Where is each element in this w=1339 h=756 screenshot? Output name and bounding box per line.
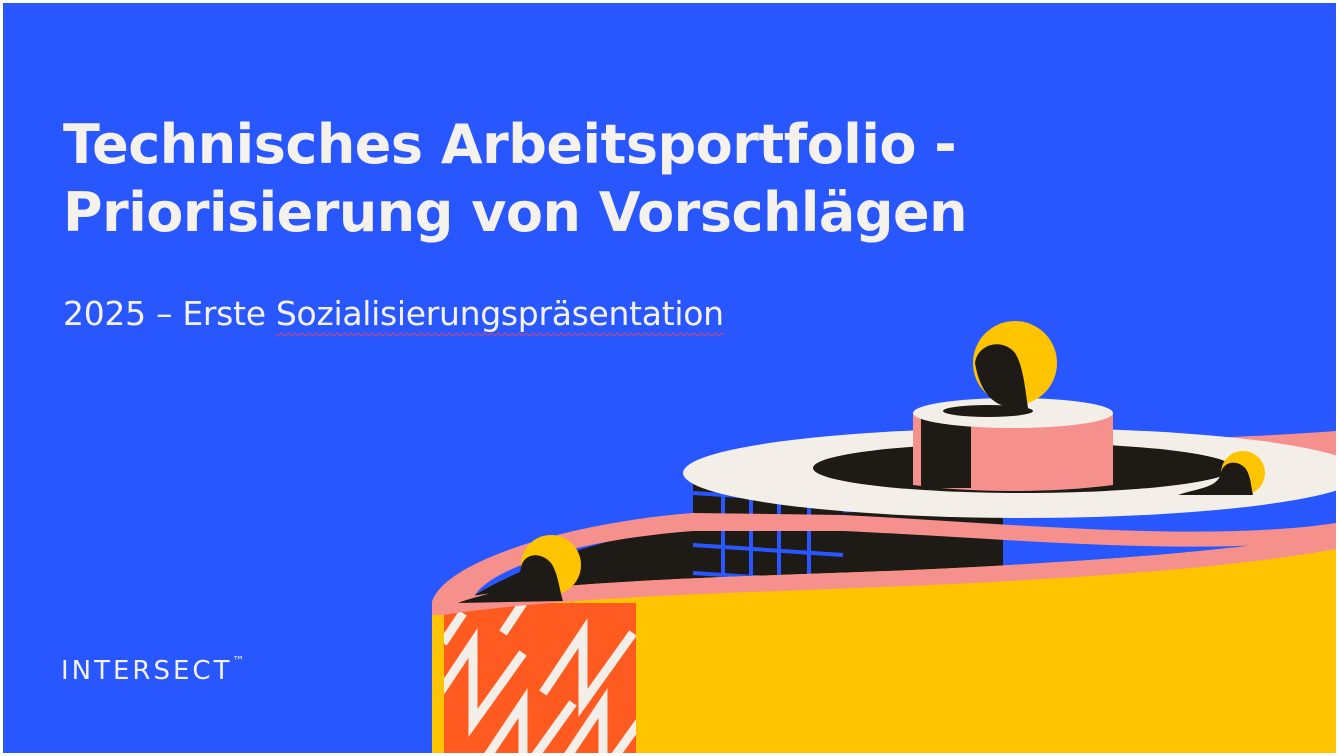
subtitle-flagged-word: Sozialisierungspräsentation: [275, 294, 724, 333]
brand-name: INTERSECT: [61, 656, 233, 686]
subtitle-prefix: 2025 – Erste: [63, 294, 276, 333]
slide-subtitle: 2025 – Erste Sozialisierungspräsentation: [63, 294, 724, 334]
title-slide: Technisches Arbeitsportfolio - Priorisie…: [3, 3, 1336, 753]
slide-title: Technisches Arbeitsportfolio - Priorisie…: [63, 111, 1063, 247]
brand-logo: INTERSECT™: [61, 646, 244, 686]
title-line-2: Priorisierung von Vorschlägen: [63, 181, 968, 244]
ball-top: [973, 321, 1057, 409]
trademark-mark: ™: [232, 654, 245, 668]
title-line-1: Technisches Arbeitsportfolio -: [63, 113, 957, 176]
top-cylinder: [913, 398, 1113, 491]
